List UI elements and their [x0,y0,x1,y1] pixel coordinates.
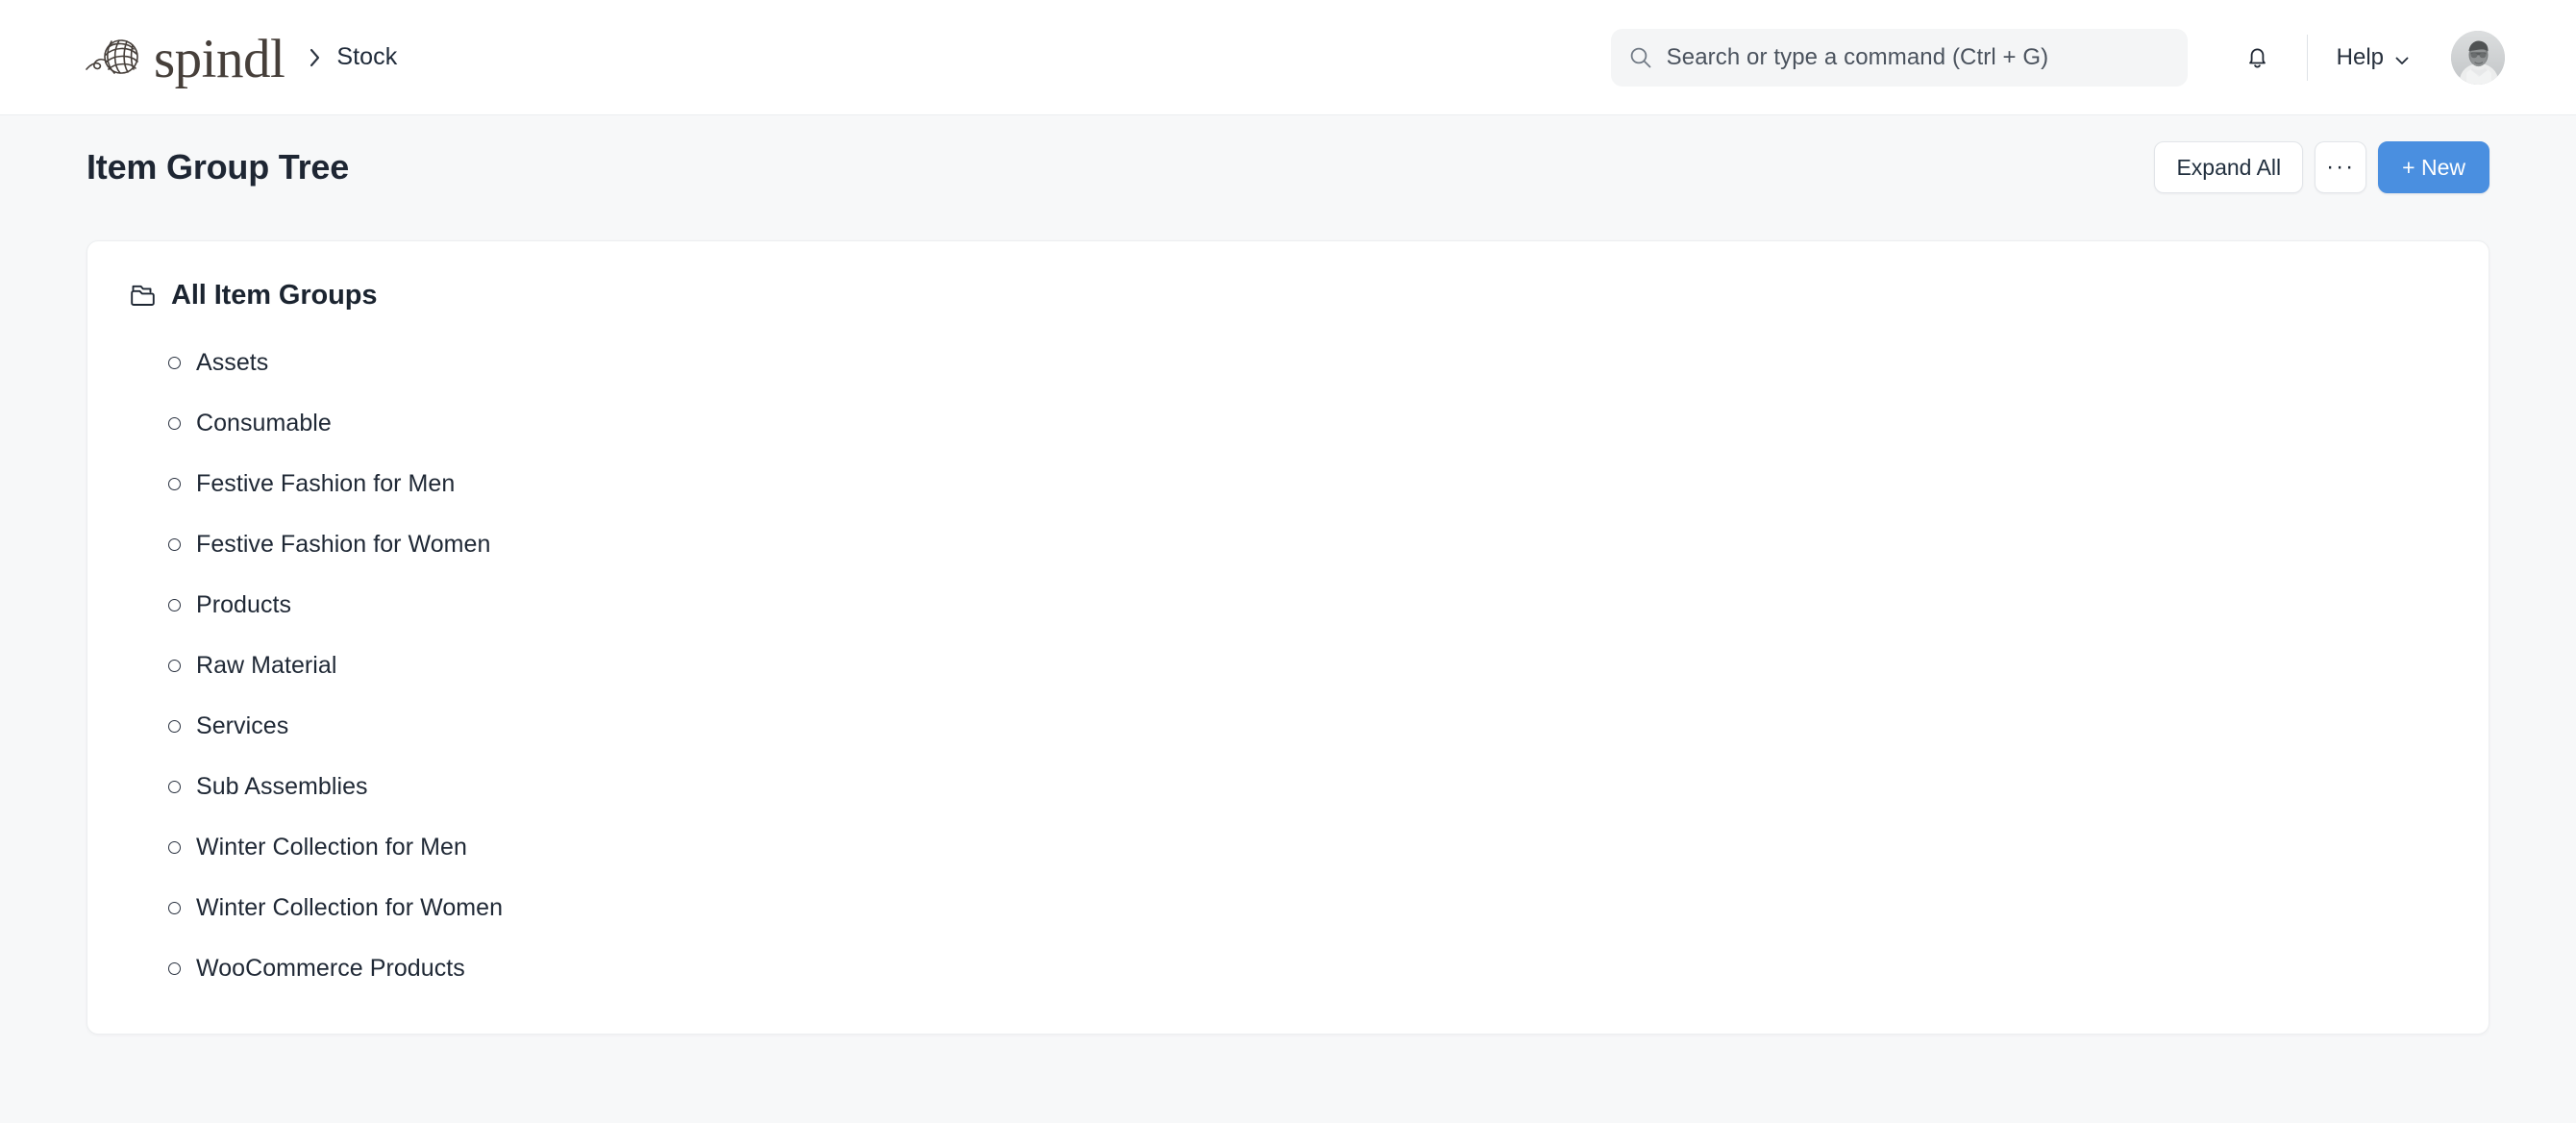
tree-node-label: Services [196,712,289,739]
search-placeholder-text: Search or type a command (Ctrl + G) [1666,43,2049,70]
tree-node-label: Consumable [196,410,332,437]
tree-node[interactable]: Winter Collection for Women [126,878,503,938]
page-header-actions: Expand All ··· + New [2154,141,2489,193]
tree-root-label: All Item Groups [171,280,378,311]
avatar[interactable] [2451,30,2505,85]
node-bullet-icon [168,720,181,733]
top-navbar: spindl Stock Search or type a command (C… [0,0,2576,115]
yarn-ball-icon [85,34,144,82]
help-menu[interactable]: Help [2333,37,2415,79]
node-bullet-icon [168,538,181,551]
tree-node[interactable]: Winter Collection for Men [126,817,467,878]
tree-node[interactable]: Products [126,575,291,636]
page-header: Item Group Tree Expand All ··· + New [65,115,2511,219]
node-bullet-icon [168,478,181,490]
more-options-button[interactable]: ··· [2315,141,2367,193]
chevron-right-icon [308,45,323,70]
node-bullet-icon [168,417,181,430]
notifications-button[interactable] [2232,32,2284,84]
logo-home-link[interactable]: spindl [85,29,285,89]
bell-icon [2243,43,2271,71]
tree-node[interactable]: WooCommerce Products [126,938,465,999]
node-bullet-icon [168,781,181,793]
tree-node[interactable]: Assets [126,333,268,393]
expand-all-button[interactable]: Expand All [2154,141,2304,193]
new-button[interactable]: + New [2378,141,2489,193]
tree-node[interactable]: Sub Assemblies [126,757,368,817]
tree-node-label: Sub Assemblies [196,773,368,800]
node-bullet-icon [168,599,181,611]
navbar-divider [2306,34,2308,81]
tree-node-label: Products [196,591,292,618]
navbar-right-actions: Help [2232,30,2505,85]
page-container: Item Group Tree Expand All ··· + New All… [0,115,2576,1035]
tree-node-label: Winter Collection for Women [196,894,504,921]
tree-node-label: Raw Material [196,652,337,679]
search-input[interactable]: Search or type a command (Ctrl + G) [1610,28,2188,87]
chevron-down-icon [2393,49,2411,66]
node-bullet-icon [168,902,181,914]
logo-wordmark: spindl [154,29,285,89]
tree-node[interactable]: Raw Material [126,636,336,696]
folder-icon [128,281,158,311]
tree-node[interactable]: Festive Fashion for Men [126,454,455,514]
tree-node-label: Winter Collection for Men [196,834,467,861]
page-title: Item Group Tree [87,147,350,187]
search-icon [1628,45,1653,70]
node-bullet-icon [168,962,181,975]
tree-node-label: WooCommerce Products [196,955,465,982]
tree-node-label: Festive Fashion for Women [196,531,491,558]
tree-children-list: Assets Consumable Festive Fashion for Me… [126,333,2450,999]
node-bullet-icon [168,357,181,369]
node-bullet-icon [168,841,181,854]
tree-root-node[interactable]: All Item Groups [126,274,378,321]
tree-node[interactable]: Consumable [126,393,332,454]
tree-node-label: Assets [196,349,269,376]
help-menu-label: Help [2336,43,2384,70]
brand-zone: spindl Stock [85,29,397,89]
breadcrumb-stock[interactable]: Stock [336,43,397,71]
tree-node-label: Festive Fashion for Men [196,470,456,497]
item-group-tree-card: All Item Groups Assets Consumable Festiv… [87,240,2489,1035]
node-bullet-icon [168,660,181,672]
tree-node[interactable]: Services [126,696,288,757]
tree-node[interactable]: Festive Fashion for Women [126,514,490,575]
